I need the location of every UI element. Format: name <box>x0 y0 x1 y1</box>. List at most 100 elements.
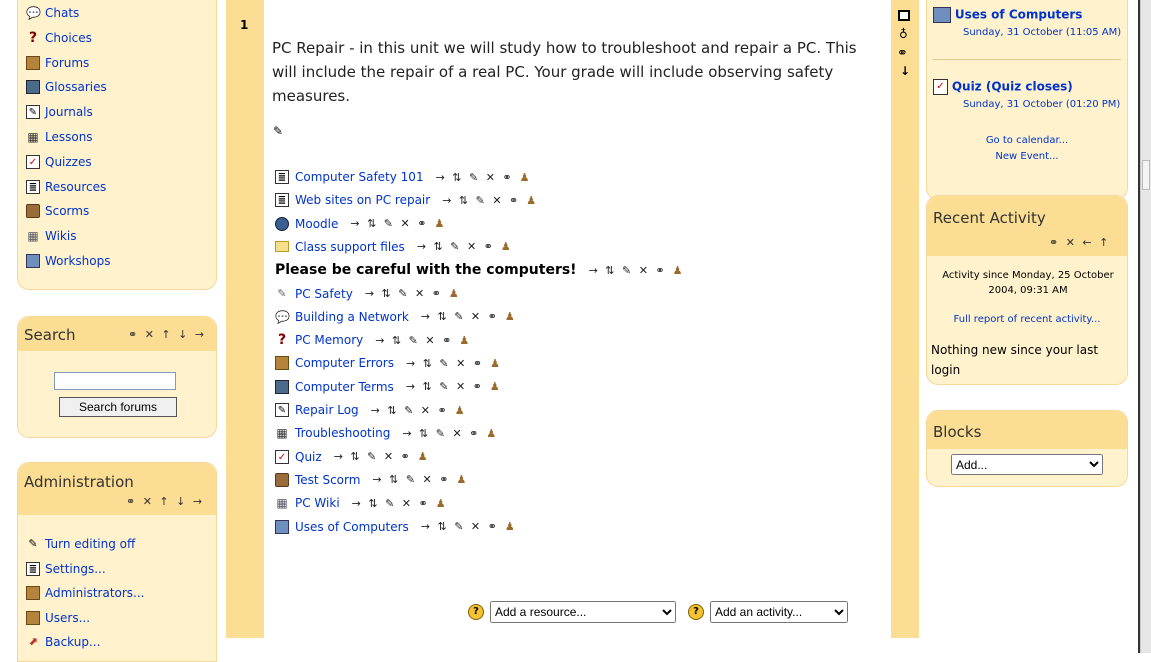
search-input[interactable] <box>54 372 176 390</box>
edit-controls-icons[interactable]: → ⇅ ✎ ✕ ⚭ <box>589 264 667 277</box>
activity-link[interactable]: Uses of Computers <box>295 520 409 534</box>
help-icon[interactable]: ? <box>688 604 704 620</box>
edit-controls-icons[interactable]: → ⇅ ✎ ✕ ⚭ <box>350 217 428 230</box>
activity-type-link[interactable]: Glossaries <box>26 78 107 96</box>
activity-type-link[interactable]: Scorms <box>26 202 89 220</box>
group-mode-icon[interactable]: ♟ <box>526 194 538 207</box>
edit-controls[interactable]: → ⇅ ✎ ✕ ⚭ ♟ <box>421 310 517 323</box>
admin-link[interactable]: Administrators... <box>26 584 145 602</box>
activity-link[interactable]: Computer Terms <box>295 380 394 394</box>
group-mode-icon[interactable]: ♟ <box>459 334 471 347</box>
group-mode-icon[interactable]: ♟ <box>520 171 532 184</box>
edit-summary-icon[interactable]: ✎ <box>273 124 283 138</box>
edit-controls-icons[interactable]: → ⇅ ✎ ✕ ⚭ <box>442 194 520 207</box>
group-mode-icon[interactable]: ♟ <box>457 473 469 486</box>
admin-link[interactable]: ⬈ Backup... <box>26 633 100 651</box>
group-mode-icon[interactable]: ♟ <box>501 240 513 253</box>
edit-controls[interactable]: → ⇅ ✎ ✕ ⚭ ♟ <box>350 217 446 230</box>
edit-controls-icons[interactable]: → ⇅ ✎ ✕ ⚭ <box>365 287 443 300</box>
edit-controls[interactable]: → ⇅ ✎ ✕ ⚭ ♟ <box>352 497 448 510</box>
edit-controls-icons[interactable]: → ⇅ ✎ ✕ ⚭ <box>372 473 450 486</box>
edit-controls[interactable]: → ⇅ ✎ ✕ ⚭ ♟ <box>421 520 517 533</box>
group-mode-icon[interactable]: ♟ <box>455 404 467 417</box>
activity-link[interactable]: Troubleshooting <box>295 426 390 440</box>
activity-type-link[interactable]: ✎ Journals <box>26 103 93 121</box>
group-mode-icon[interactable]: ♟ <box>505 310 517 323</box>
group-mode-icon[interactable]: ♟ <box>418 450 430 463</box>
vertical-scrollbar[interactable] <box>1140 0 1151 653</box>
help-icon[interactable]: ? <box>468 604 484 620</box>
edit-controls-icons[interactable]: → ⇅ ✎ ✕ ⚭ <box>375 334 453 347</box>
new-event-link[interactable]: New Event... <box>927 151 1127 162</box>
activity-link[interactable]: PC Wiki <box>295 496 340 510</box>
activity-link[interactable]: PC Safety <box>295 287 353 301</box>
edit-controls[interactable]: → ⇅ ✎ ✕ ⚭ ♟ <box>589 264 685 277</box>
edit-controls[interactable]: → ⇅ ✎ ✕ ⚭ ♟ <box>365 287 461 300</box>
edit-controls-icons[interactable]: → ⇅ ✎ ✕ ⚭ <box>352 497 430 510</box>
group-mode-icon[interactable]: ♟ <box>449 287 461 300</box>
edit-controls-icons[interactable]: → ⇅ ✎ ✕ ⚭ <box>421 520 499 533</box>
edit-controls-icons[interactable]: → ⇅ ✎ ✕ ⚭ <box>406 357 484 370</box>
activity-link[interactable]: Moodle <box>295 217 338 231</box>
block-controls[interactable]: ⚭ ✕ ↑ ↓ → <box>128 328 206 341</box>
event-title[interactable]: Uses of Computers <box>955 8 1083 22</box>
activity-link[interactable]: Web sites on PC repair <box>295 193 430 207</box>
edit-controls[interactable]: → ⇅ ✎ ✕ ⚭ ♟ <box>334 450 430 463</box>
activity-link[interactable]: Computer Errors <box>295 356 394 370</box>
group-mode-icon[interactable]: ♟ <box>490 357 502 370</box>
activity-link[interactable]: Building a Network <box>295 310 409 324</box>
activity-type-link[interactable]: Workshops <box>26 252 110 270</box>
edit-controls-icons[interactable]: → ⇅ ✎ ✕ ⚭ <box>406 380 484 393</box>
edit-controls[interactable]: → ⇅ ✎ ✕ ⚭ ♟ <box>402 427 498 440</box>
highlight-section-icon[interactable] <box>898 10 910 21</box>
activity-type-link[interactable]: ▦ Wikis <box>26 227 76 245</box>
search-forums-button[interactable]: Search forums <box>59 397 177 417</box>
group-mode-icon[interactable]: ♟ <box>434 217 446 230</box>
activity-type-link[interactable]: Forums <box>26 54 89 72</box>
full-report-link[interactable]: Full report of recent activity... <box>927 314 1127 325</box>
activity-link[interactable]: Class support files <box>295 240 405 254</box>
scrollbar-thumb[interactable] <box>1142 160 1150 190</box>
edit-controls[interactable]: → ⇅ ✎ ✕ ⚭ ♟ <box>371 404 467 417</box>
activity-type-link[interactable]: 💬 Chats <box>26 4 79 22</box>
edit-controls-icons[interactable]: → ⇅ ✎ ✕ ⚭ <box>402 427 480 440</box>
edit-controls-icons[interactable]: → ⇅ ✎ ✕ ⚭ <box>371 404 449 417</box>
group-mode-icon[interactable]: ♟ <box>505 520 517 533</box>
edit-controls[interactable]: → ⇅ ✎ ✕ ⚭ ♟ <box>406 357 502 370</box>
activity-type-link[interactable]: ≣ Resources <box>26 178 106 196</box>
add-activity-select[interactable]: Add an activity... <box>710 601 848 623</box>
activity-link[interactable]: Test Scorm <box>295 473 360 487</box>
group-mode-icon[interactable]: ♟ <box>486 427 498 440</box>
eye-icon[interactable]: ⚭ <box>897 46 908 61</box>
event-title[interactable]: Quiz (Quiz closes) <box>952 80 1073 94</box>
activity-type-link[interactable]: ▦ Lessons <box>26 128 92 146</box>
admin-link[interactable]: ≣ Settings... <box>26 560 106 578</box>
edit-controls-icons[interactable]: → ⇅ ✎ ✕ ⚭ <box>334 450 412 463</box>
activity-type-link[interactable]: ✓ Quizzes <box>26 153 92 171</box>
admin-link[interactable]: ✎ Turn editing off <box>26 535 135 553</box>
edit-controls[interactable]: → ⇅ ✎ ✕ ⚭ ♟ <box>406 380 502 393</box>
edit-controls[interactable]: → ⇅ ✎ ✕ ⚭ ♟ <box>442 194 538 207</box>
edit-controls[interactable]: → ⇅ ✎ ✕ ⚭ ♟ <box>436 171 532 184</box>
add-block-select[interactable]: Add... <box>951 454 1103 475</box>
add-resource-select[interactable]: Add a resource... <box>490 601 676 623</box>
activity-link[interactable]: PC Memory <box>295 333 363 347</box>
activity-type-link[interactable]: ? Choices <box>26 29 92 47</box>
group-mode-icon[interactable]: ♟ <box>490 380 502 393</box>
group-mode-icon[interactable]: ♟ <box>436 497 448 510</box>
move-down-icon[interactable]: ↓ <box>900 64 910 78</box>
edit-controls-icons[interactable]: → ⇅ ✎ ✕ ⚭ <box>421 310 499 323</box>
activity-link[interactable]: Repair Log <box>295 403 359 417</box>
activity-link[interactable]: Computer Safety 101 <box>295 170 424 184</box>
block-controls[interactable]: ⚭ ✕ ← ↑ <box>1049 236 1110 249</box>
go-to-calendar-link[interactable]: Go to calendar... <box>927 135 1127 146</box>
edit-controls-icons[interactable]: → ⇅ ✎ ✕ ⚭ <box>417 240 495 253</box>
edit-controls-icons[interactable]: → ⇅ ✎ ✕ ⚭ <box>436 171 514 184</box>
activity-link[interactable]: Quiz <box>295 450 322 464</box>
edit-controls[interactable]: → ⇅ ✎ ✕ ⚭ ♟ <box>417 240 513 253</box>
group-mode-icon[interactable]: ♟ <box>673 264 685 277</box>
edit-controls[interactable]: → ⇅ ✎ ✕ ⚭ ♟ <box>375 334 471 347</box>
admin-link[interactable]: Users... <box>26 609 90 627</box>
block-controls[interactable]: ⚭ ✕ ↑ ↓ → <box>126 495 204 508</box>
lightbulb-icon[interactable]: ♁ <box>899 27 908 41</box>
